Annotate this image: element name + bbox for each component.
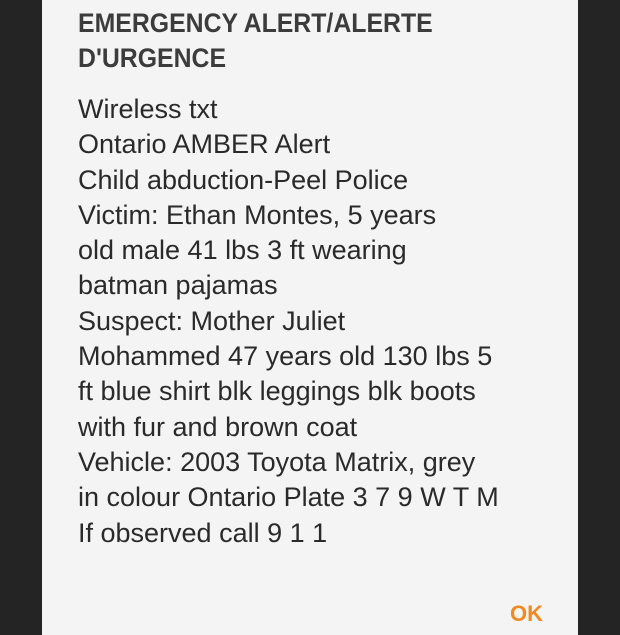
alert-message: Wireless txt Ontario AMBER Alert Child a… (78, 92, 578, 551)
ok-button[interactable]: OK (510, 601, 543, 627)
message-line: If observed call 9 1 1 (78, 517, 328, 548)
alert-title: EMERGENCY ALERT/ALERTE D'URGENCE (78, 6, 464, 76)
message-line: Suspect: Mother Juliet (78, 305, 346, 336)
message-line: Victim: Ethan Montes, 5 years (78, 199, 437, 230)
alert-title-line-1: EMERGENCY ALERT/ALERTE (78, 8, 433, 38)
message-line: Mohammed 47 years old 130 lbs 5 (78, 341, 493, 372)
message-line: Ontario AMBER Alert (78, 129, 331, 160)
message-line: batman pajamas (78, 270, 278, 301)
message-line: Wireless txt (78, 94, 218, 124)
message-line: ft blue shirt blk leggings blk boots (78, 376, 476, 407)
message-line: with fur and brown coat (78, 411, 358, 442)
message-line: Vehicle: 2003 Toyota Matrix, grey (78, 446, 476, 477)
message-line: old male 41 lbs 3 ft wearing (78, 235, 407, 266)
screen: EMERGENCY ALERT/ALERTE D'URGENCE Wireles… (0, 0, 620, 635)
alert-dialog: EMERGENCY ALERT/ALERTE D'URGENCE Wireles… (42, 0, 578, 635)
message-line: Child abduction-Peel Police (78, 164, 409, 195)
message-line: in colour Ontario Plate 3 7 9 W T M (78, 482, 499, 513)
alert-title-line-2: D'URGENCE (78, 43, 227, 73)
